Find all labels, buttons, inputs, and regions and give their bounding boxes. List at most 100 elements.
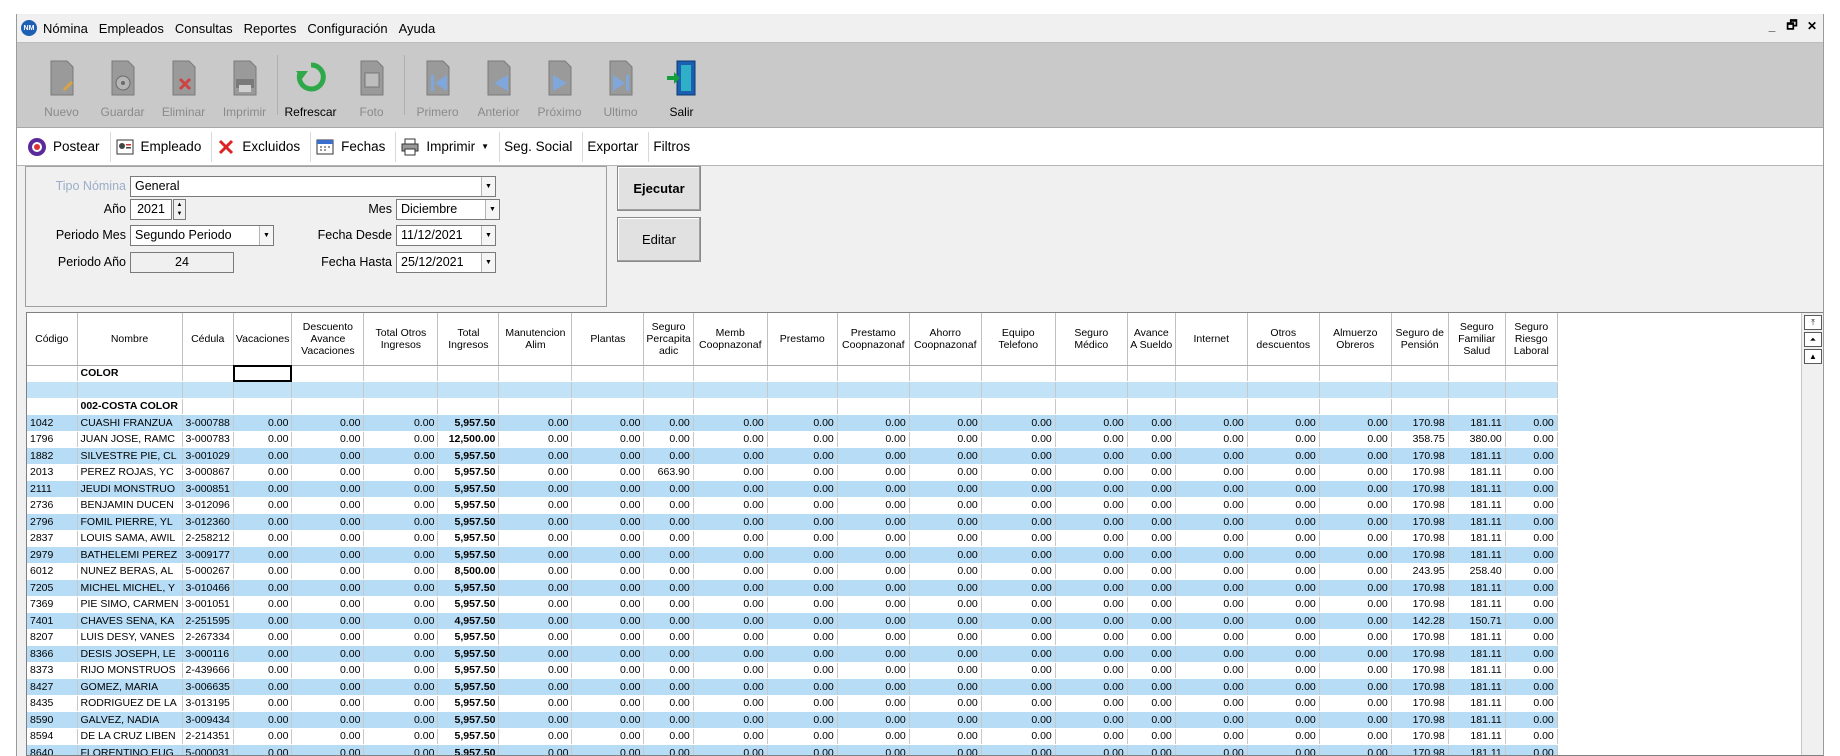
close-button[interactable]: ✕: [1805, 19, 1819, 33]
amount-cell[interactable]: 0.00: [291, 678, 365, 696]
amount-cell[interactable]: 0.00: [1127, 728, 1176, 745]
amount-cell[interactable]: 0.00: [981, 447, 1056, 465]
amount-cell[interactable]: 0.00: [233, 546, 293, 564]
column-header[interactable]: Equipo Telefono: [981, 313, 1056, 366]
amount-cell[interactable]: 0.00: [571, 431, 645, 448]
amount-cell[interactable]: 0.00: [1247, 513, 1320, 531]
amount-cell[interactable]: 0.00: [363, 629, 439, 646]
menu-configuracion[interactable]: Configuración: [307, 21, 387, 36]
amount-cell[interactable]: 0.00: [1175, 629, 1248, 646]
amount-cell[interactable]: 0.00: [837, 497, 910, 514]
amount-cell[interactable]: 0.00: [291, 711, 365, 729]
amount-cell[interactable]: 0.00: [233, 612, 293, 630]
total-ingresos-cell[interactable]: 5,957.50: [437, 414, 500, 432]
nombre-cell[interactable]: MICHEL MICHEL, Y: [77, 579, 183, 597]
column-header[interactable]: Seguro de Pensión: [1391, 313, 1449, 366]
amount-cell[interactable]: 0.00: [909, 563, 982, 580]
amount-cell[interactable]: 0.00: [909, 612, 982, 630]
amount-cell[interactable]: 0.00: [291, 645, 365, 663]
seguro-percapita-cell[interactable]: 0.00: [643, 612, 694, 630]
amount-cell[interactable]: 0.00: [1319, 579, 1392, 597]
amount-cell[interactable]: 0.00: [498, 431, 573, 448]
table-cell[interactable]: [1055, 365, 1128, 382]
toolbar-foto-button[interactable]: Foto: [341, 43, 402, 127]
amount-cell[interactable]: 0.00: [693, 546, 768, 564]
codigo-cell[interactable]: 6012: [27, 563, 78, 580]
amount-cell[interactable]: 0.00: [1127, 579, 1176, 597]
excluidos-button[interactable]: Excluidos: [212, 131, 312, 162]
table-cell[interactable]: [693, 398, 768, 415]
amount-cell[interactable]: 0.00: [498, 662, 573, 679]
empleado-button[interactable]: Empleado: [111, 131, 213, 162]
seguro-familiar-cell[interactable]: 181.11: [1448, 711, 1506, 729]
nombre-cell[interactable]: DESIS JOSEPH, LE: [77, 645, 183, 663]
amount-cell[interactable]: 0.00: [498, 744, 573, 755]
seguro-pension-cell[interactable]: 170.98: [1391, 513, 1449, 531]
table-cell[interactable]: [291, 365, 365, 382]
amount-cell[interactable]: 0.00: [1175, 678, 1248, 696]
codigo-cell[interactable]: 8373: [27, 662, 78, 679]
table-cell[interactable]: [233, 381, 293, 399]
amount-cell[interactable]: 0.00: [1247, 480, 1320, 498]
seguro-percapita-cell[interactable]: 0.00: [643, 563, 694, 580]
amount-cell[interactable]: 0.00: [693, 497, 768, 514]
table-cell[interactable]: [1505, 365, 1558, 382]
amount-cell[interactable]: 0.00: [1247, 662, 1320, 679]
amount-cell[interactable]: 0.00: [837, 744, 910, 755]
chevron-down-icon[interactable]: ▼: [481, 253, 495, 272]
amount-cell[interactable]: 0.00: [1505, 695, 1558, 712]
amount-cell[interactable]: 0.00: [693, 431, 768, 448]
amount-cell[interactable]: 0.00: [571, 596, 645, 613]
amount-cell[interactable]: 0.00: [1175, 662, 1248, 679]
seguro-percapita-cell[interactable]: 0.00: [643, 447, 694, 465]
amount-cell[interactable]: 0.00: [1127, 612, 1176, 630]
amount-cell[interactable]: 0.00: [767, 563, 838, 580]
amount-cell[interactable]: 0.00: [571, 678, 645, 696]
amount-cell[interactable]: 0.00: [909, 744, 982, 755]
table-row[interactable]: 8207 LUIS DESY, VANES 2-267334 0.00 0.00 0.00…: [27, 629, 1558, 646]
codigo-cell[interactable]: 8594: [27, 728, 78, 745]
table-cell[interactable]: [1391, 365, 1449, 382]
total-ingresos-cell[interactable]: 5,957.50: [437, 513, 500, 531]
amount-cell[interactable]: 0.00: [1175, 431, 1248, 448]
total-ingresos-cell[interactable]: 5,957.50: [437, 530, 500, 547]
amount-cell[interactable]: 0.00: [1055, 563, 1128, 580]
amount-cell[interactable]: 0.00: [981, 645, 1056, 663]
nombre-cell[interactable]: CHAVES SENA, KA: [77, 612, 183, 630]
column-header[interactable]: Internet: [1175, 313, 1248, 366]
amount-cell[interactable]: 0.00: [909, 645, 982, 663]
amount-cell[interactable]: 0.00: [837, 513, 910, 531]
amount-cell[interactable]: 0.00: [1055, 447, 1128, 465]
amount-cell[interactable]: 0.00: [363, 744, 439, 755]
restore-button[interactable]: 🗗: [1785, 18, 1799, 33]
table-cell[interactable]: [767, 381, 838, 399]
nombre-cell[interactable]: RIJO MONSTRUOS: [77, 662, 183, 679]
amount-cell[interactable]: 0.00: [571, 513, 645, 531]
nombre-cell[interactable]: BATHELEMI PEREZ: [77, 546, 183, 564]
table-row[interactable]: 8435 RODRIGUEZ DE LA 3-013195 0.00 0.00 0.00 5…: [27, 695, 1558, 712]
amount-cell[interactable]: 0.00: [498, 480, 573, 498]
amount-cell[interactable]: 0.00: [1055, 464, 1128, 481]
seguro-familiar-cell[interactable]: 181.11: [1448, 662, 1506, 679]
toolbar-eliminar-button[interactable]: Eliminar: [153, 43, 214, 127]
amount-cell[interactable]: 0.00: [767, 695, 838, 712]
amount-cell[interactable]: 0.00: [981, 612, 1056, 630]
amount-cell[interactable]: 0.00: [981, 546, 1056, 564]
amount-cell[interactable]: 0.00: [1505, 530, 1558, 547]
amount-cell[interactable]: 0.00: [767, 629, 838, 646]
column-header[interactable]: Seguro Médico: [1055, 313, 1128, 366]
amount-cell[interactable]: 0.00: [1319, 513, 1392, 531]
amount-cell[interactable]: 0.00: [498, 579, 573, 597]
table-cell[interactable]: [693, 381, 768, 399]
amount-cell[interactable]: 0.00: [1175, 447, 1248, 465]
table-cell[interactable]: [1391, 398, 1449, 415]
amount-cell[interactable]: 0.00: [1055, 431, 1128, 448]
total-ingresos-cell[interactable]: 5,957.50: [437, 546, 500, 564]
table-cell[interactable]: [1127, 365, 1176, 382]
cedula-cell[interactable]: 2-251595: [182, 612, 234, 630]
tipo-nomina-select[interactable]: General ▼: [130, 176, 496, 197]
amount-cell[interactable]: 0.00: [981, 629, 1056, 646]
amount-cell[interactable]: 0.00: [498, 629, 573, 646]
amount-cell[interactable]: 0.00: [1127, 678, 1176, 696]
amount-cell[interactable]: 0.00: [767, 447, 838, 465]
